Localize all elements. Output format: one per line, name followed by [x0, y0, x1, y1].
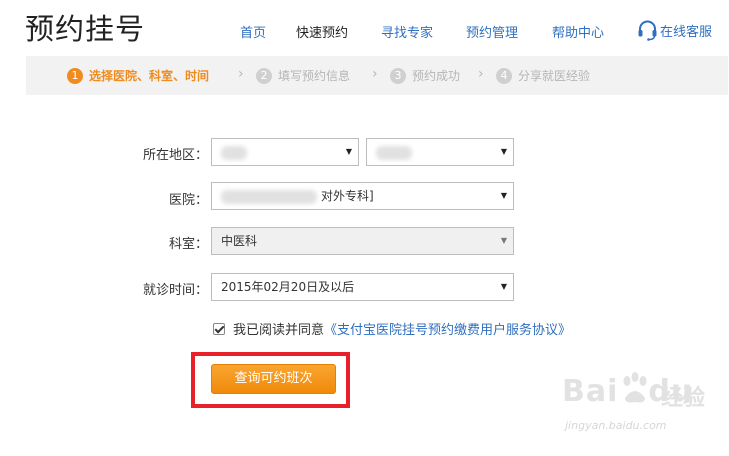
- hospital-label: 医院：: [168, 193, 208, 208]
- dropdown-arrow-icon: ▼: [500, 282, 507, 291]
- nav-find-expert[interactable]: 寻找专家: [381, 22, 433, 41]
- dropdown-arrow-icon: ▼: [500, 147, 507, 156]
- query-schedule-button[interactable]: 查询可约班次: [211, 364, 336, 394]
- step-success: 3 预约成功: [390, 67, 460, 84]
- department-select[interactable]: 中医科 ▼: [211, 227, 514, 255]
- step-number: 2: [256, 67, 272, 84]
- step-arrow-icon: ›: [238, 66, 244, 82]
- agreement-text: 我已阅读并同意: [233, 323, 325, 338]
- step-arrow-icon: ›: [372, 66, 378, 82]
- agreement-checkbox[interactable]: [213, 322, 225, 335]
- online-service-label: 在线客服: [660, 24, 713, 40]
- date-value: 2015年02月20日及以后: [221, 280, 355, 294]
- dropdown-arrow-icon: ▼: [500, 236, 507, 245]
- agreement-link[interactable]: 《支付宝医院挂号预约缴费用户服务协议》: [324, 319, 571, 338]
- step-select: 1 选择医院、科室、时间: [67, 67, 209, 84]
- baidu-jingyan-watermark: Bai du 经验 jingyan.baidu.com: [562, 372, 722, 452]
- step-number: 1: [67, 67, 83, 84]
- paw-icon: [623, 372, 647, 403]
- headset-icon: [638, 20, 657, 41]
- step-label: 选择医院、科室、时间: [89, 69, 210, 83]
- step-fill-info: 2 填写预约信息: [256, 67, 350, 84]
- step-label: 预约成功: [412, 69, 461, 83]
- nav-booking-management[interactable]: 预约管理: [466, 22, 518, 41]
- step-label: 填写预约信息: [278, 69, 351, 83]
- watermark-url: jingyan.baidu.com: [565, 419, 667, 432]
- hospital-value: 对外专科]: [321, 189, 374, 203]
- region-label: 所在地区：: [142, 148, 208, 163]
- step-number: 4: [496, 67, 512, 84]
- date-label: 就诊时间：: [142, 283, 208, 298]
- step-arrow-icon: ›: [478, 66, 484, 82]
- top-nav: 首页 快速预约 寻找专家 预约管理 帮助中心: [0, 22, 729, 42]
- date-select[interactable]: 2015年02月20日及以后 ▼: [211, 273, 514, 301]
- nav-home[interactable]: 首页: [240, 22, 266, 41]
- city-select[interactable]: ▼: [366, 138, 514, 166]
- step-number: 3: [390, 67, 406, 84]
- redacted-value: [376, 145, 412, 160]
- dropdown-arrow-icon: ▼: [500, 191, 507, 200]
- nav-quick-booking[interactable]: 快速预约: [296, 22, 348, 41]
- dropdown-arrow-icon: ▼: [345, 147, 352, 156]
- province-select[interactable]: ▼: [211, 138, 359, 166]
- hospital-select[interactable]: 对外专科] ▼: [211, 182, 514, 210]
- department-label: 科室：: [168, 237, 208, 252]
- department-value: 中医科: [221, 234, 258, 248]
- step-label: 分享就医经验: [518, 69, 591, 83]
- redacted-value: [221, 145, 247, 160]
- agreement-row: 我已阅读并同意 《支付宝医院挂号预约缴费用户服务协议》: [213, 319, 571, 338]
- step-share: 4 分享就医经验: [496, 67, 590, 84]
- watermark-brand-start: Bai: [562, 374, 619, 409]
- watermark-cn: 经验: [661, 386, 706, 411]
- booking-steps: 1 选择医院、科室、时间 › 2 填写预约信息 › 3 预约成功 › 4 分享就…: [26, 56, 728, 95]
- nav-help-center[interactable]: 帮助中心: [552, 22, 604, 41]
- online-service-link[interactable]: 在线客服: [637, 18, 712, 42]
- redacted-value: [221, 189, 317, 204]
